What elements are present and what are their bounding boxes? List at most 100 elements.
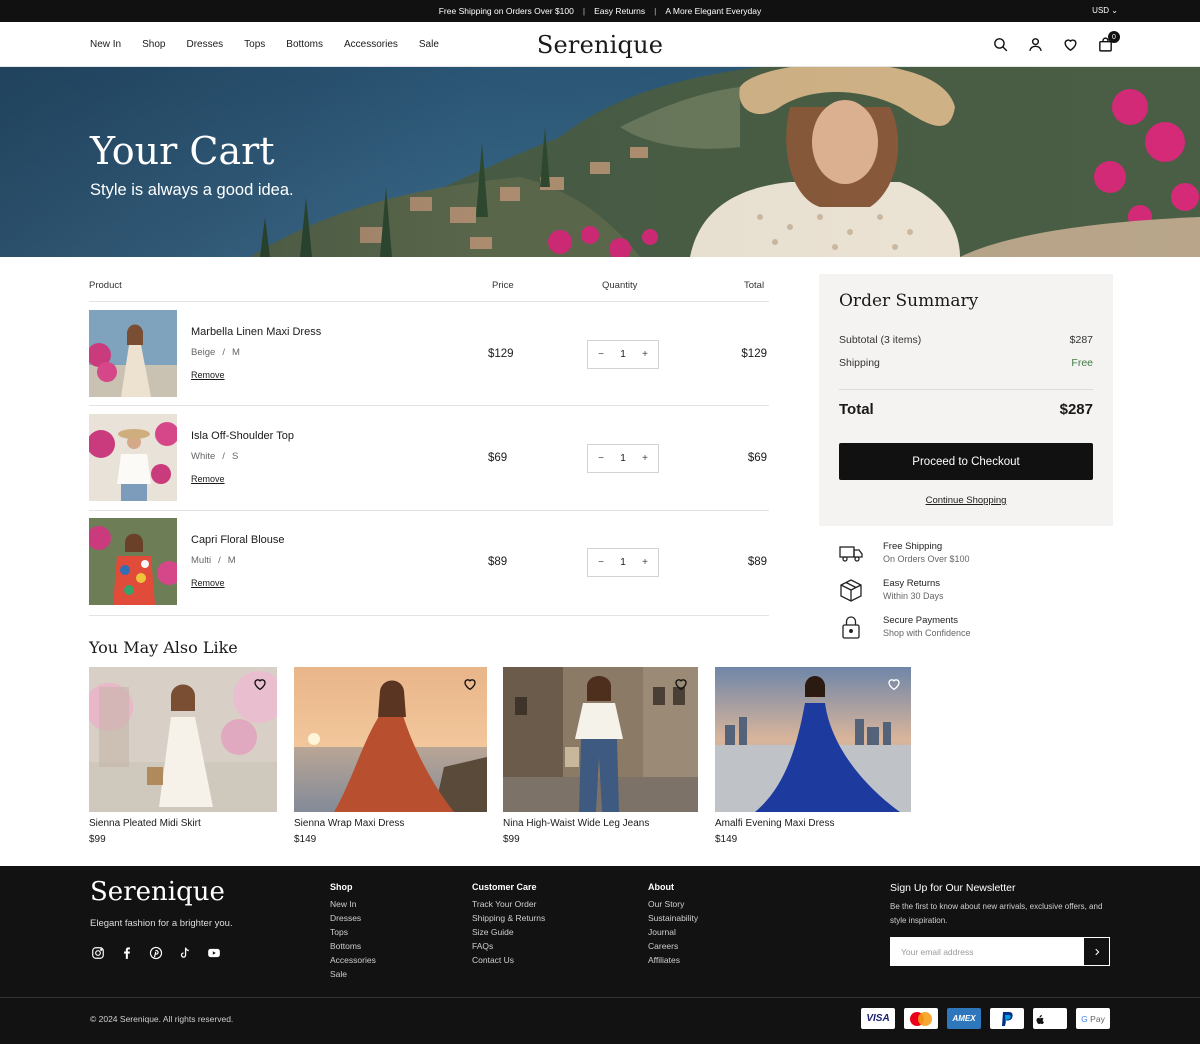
product-thumbnail[interactable] bbox=[89, 310, 177, 397]
site-logo[interactable]: Serenique bbox=[537, 31, 663, 59]
pinterest-icon[interactable] bbox=[149, 946, 163, 960]
footer-column-heading: Shop bbox=[330, 882, 353, 892]
product-image[interactable] bbox=[715, 667, 911, 812]
product-image[interactable] bbox=[294, 667, 487, 812]
footer-link[interactable]: Tops bbox=[330, 927, 376, 937]
footer-link[interactable]: Track Your Order bbox=[472, 899, 545, 909]
footer-link[interactable]: Contact Us bbox=[472, 955, 545, 965]
wishlist-heart-icon[interactable] bbox=[462, 676, 478, 692]
tiktok-icon[interactable] bbox=[178, 946, 192, 960]
footer-link[interactable]: Accessories bbox=[330, 955, 376, 965]
decrease-button[interactable]: − bbox=[595, 453, 607, 464]
increase-button[interactable]: + bbox=[639, 557, 651, 568]
product-image[interactable] bbox=[89, 667, 277, 812]
footer-link[interactable]: FAQs bbox=[472, 941, 545, 951]
wishlist-heart-icon[interactable] bbox=[673, 676, 689, 692]
product-variant: Beige / M bbox=[191, 347, 240, 358]
subtotal-line: Subtotal (3 items) $287 bbox=[839, 334, 1093, 346]
product-size: M bbox=[227, 555, 236, 566]
increase-button[interactable]: + bbox=[639, 349, 651, 360]
cart-row: Marbella Linen Maxi Dress Beige / M Remove… bbox=[89, 310, 769, 398]
instagram-icon[interactable] bbox=[91, 946, 105, 960]
col-header-total: Total bbox=[744, 280, 765, 291]
quantity-stepper: − 1 + bbox=[587, 444, 659, 473]
decrease-button[interactable]: − bbox=[595, 349, 607, 360]
checkout-button[interactable]: Proceed to Checkout bbox=[839, 443, 1093, 480]
newsletter-submit-button[interactable] bbox=[1083, 937, 1110, 966]
bag-icon[interactable]: 0 bbox=[1097, 31, 1120, 53]
product-name[interactable]: Isla Off-Shoulder Top bbox=[191, 430, 294, 442]
line-total: $129 bbox=[741, 348, 767, 360]
footer-link[interactable]: Dresses bbox=[330, 913, 376, 923]
subtotal-label: Subtotal (3 items) bbox=[839, 334, 922, 346]
footer-link[interactable]: Journal bbox=[648, 927, 698, 937]
cart-row: Capri Floral Blouse Multi / M Remove $89 −… bbox=[89, 518, 769, 606]
continue-shopping-link[interactable]: Continue Shopping bbox=[819, 495, 1113, 506]
footer-column-about: About Our Story Sustainability Journal C… bbox=[648, 882, 698, 969]
product-name[interactable]: Nina High-Waist Wide Leg Jeans bbox=[503, 818, 698, 829]
line-total: $69 bbox=[747, 452, 767, 464]
box-icon bbox=[838, 577, 864, 603]
remove-link[interactable]: Remove bbox=[191, 474, 225, 484]
product-name[interactable]: Sienna Pleated Midi Skirt bbox=[89, 818, 277, 829]
product-image[interactable] bbox=[503, 667, 698, 812]
product-thumbnail[interactable] bbox=[89, 414, 177, 501]
currency-selector[interactable]: USD ⌄ bbox=[1092, 6, 1118, 15]
cart-row: Isla Off-Shoulder Top White / S Remove $69… bbox=[89, 414, 769, 502]
chevron-right-icon bbox=[1094, 948, 1099, 955]
decrease-button[interactable]: − bbox=[595, 557, 607, 568]
account-icon[interactable] bbox=[1027, 36, 1044, 53]
product-card[interactable]: Sienna Pleated Midi Skirt $99 bbox=[89, 667, 277, 845]
product-thumbnail[interactable] bbox=[89, 518, 177, 605]
footer-link[interactable]: Sale bbox=[330, 969, 376, 979]
product-name[interactable]: Marbella Linen Maxi Dress bbox=[191, 326, 321, 338]
footer-column-shop: Shop New In Dresses Tops Bottoms Accesso… bbox=[330, 882, 376, 983]
shipping-line: Shipping Free bbox=[839, 357, 1093, 369]
search-icon[interactable] bbox=[992, 36, 1009, 53]
product-name[interactable]: Capri Floral Blouse bbox=[191, 534, 285, 546]
footer-link[interactable]: New In bbox=[330, 899, 376, 909]
footer-link[interactable]: Affiliates bbox=[648, 955, 698, 965]
product-price: $99 bbox=[503, 834, 520, 845]
amex-icon: AMEX bbox=[947, 1008, 981, 1029]
product-card[interactable]: Amalfi Evening Maxi Dress $149 bbox=[715, 667, 911, 845]
header-icons: 0 bbox=[992, 31, 1120, 53]
visa-label: VISA bbox=[866, 1013, 890, 1024]
product-card[interactable]: Nina High-Waist Wide Leg Jeans $99 bbox=[503, 667, 698, 845]
product-card[interactable]: Sienna Wrap Maxi Dress $149 bbox=[294, 667, 487, 845]
remove-link[interactable]: Remove bbox=[191, 578, 225, 588]
wishlist-heart-icon[interactable] bbox=[252, 676, 268, 692]
wishlist-heart-icon[interactable] bbox=[886, 676, 902, 692]
summary-title: Order Summary bbox=[839, 291, 979, 311]
page-title: Your Cart bbox=[90, 129, 275, 173]
footer-logo[interactable]: Serenique bbox=[90, 877, 225, 907]
hero-banner: Your Cart Style is always a good idea. bbox=[0, 67, 1200, 257]
wishlist-icon[interactable] bbox=[1062, 36, 1079, 53]
increase-button[interactable]: + bbox=[639, 453, 651, 464]
footer-link[interactable]: Sustainability bbox=[648, 913, 698, 923]
youtube-icon[interactable] bbox=[207, 946, 221, 960]
facebook-icon[interactable] bbox=[120, 946, 134, 960]
visa-icon: VISA bbox=[861, 1008, 895, 1029]
footer-link[interactable]: Bottoms bbox=[330, 941, 376, 951]
quantity-value[interactable]: 1 bbox=[620, 349, 626, 360]
site-header: New In Shop Dresses Tops Bottoms Accesso… bbox=[0, 22, 1200, 67]
recommendations-title: You May Also Like bbox=[89, 638, 238, 657]
footer-link[interactable]: Our Story bbox=[648, 899, 698, 909]
apple-pay-icon: Pay bbox=[1033, 1008, 1067, 1029]
footer-link[interactable]: Careers bbox=[648, 941, 698, 951]
product-size: S bbox=[231, 451, 239, 462]
quantity-value[interactable]: 1 bbox=[620, 453, 626, 464]
remove-link[interactable]: Remove bbox=[191, 370, 225, 380]
perk-title: Free Shipping bbox=[883, 541, 943, 552]
divider bbox=[839, 389, 1093, 390]
product-name[interactable]: Amalfi Evening Maxi Dress bbox=[715, 818, 911, 829]
product-name[interactable]: Sienna Wrap Maxi Dress bbox=[294, 818, 487, 829]
email-field[interactable] bbox=[890, 937, 1083, 966]
total-value: $287 bbox=[1059, 401, 1093, 418]
amex-label: AMEX bbox=[952, 1014, 976, 1023]
footer-link[interactable]: Size Guide bbox=[472, 927, 545, 937]
footer-link[interactable]: Shipping & Returns bbox=[472, 913, 545, 923]
product-price: $149 bbox=[294, 834, 317, 845]
quantity-value[interactable]: 1 bbox=[620, 557, 626, 568]
